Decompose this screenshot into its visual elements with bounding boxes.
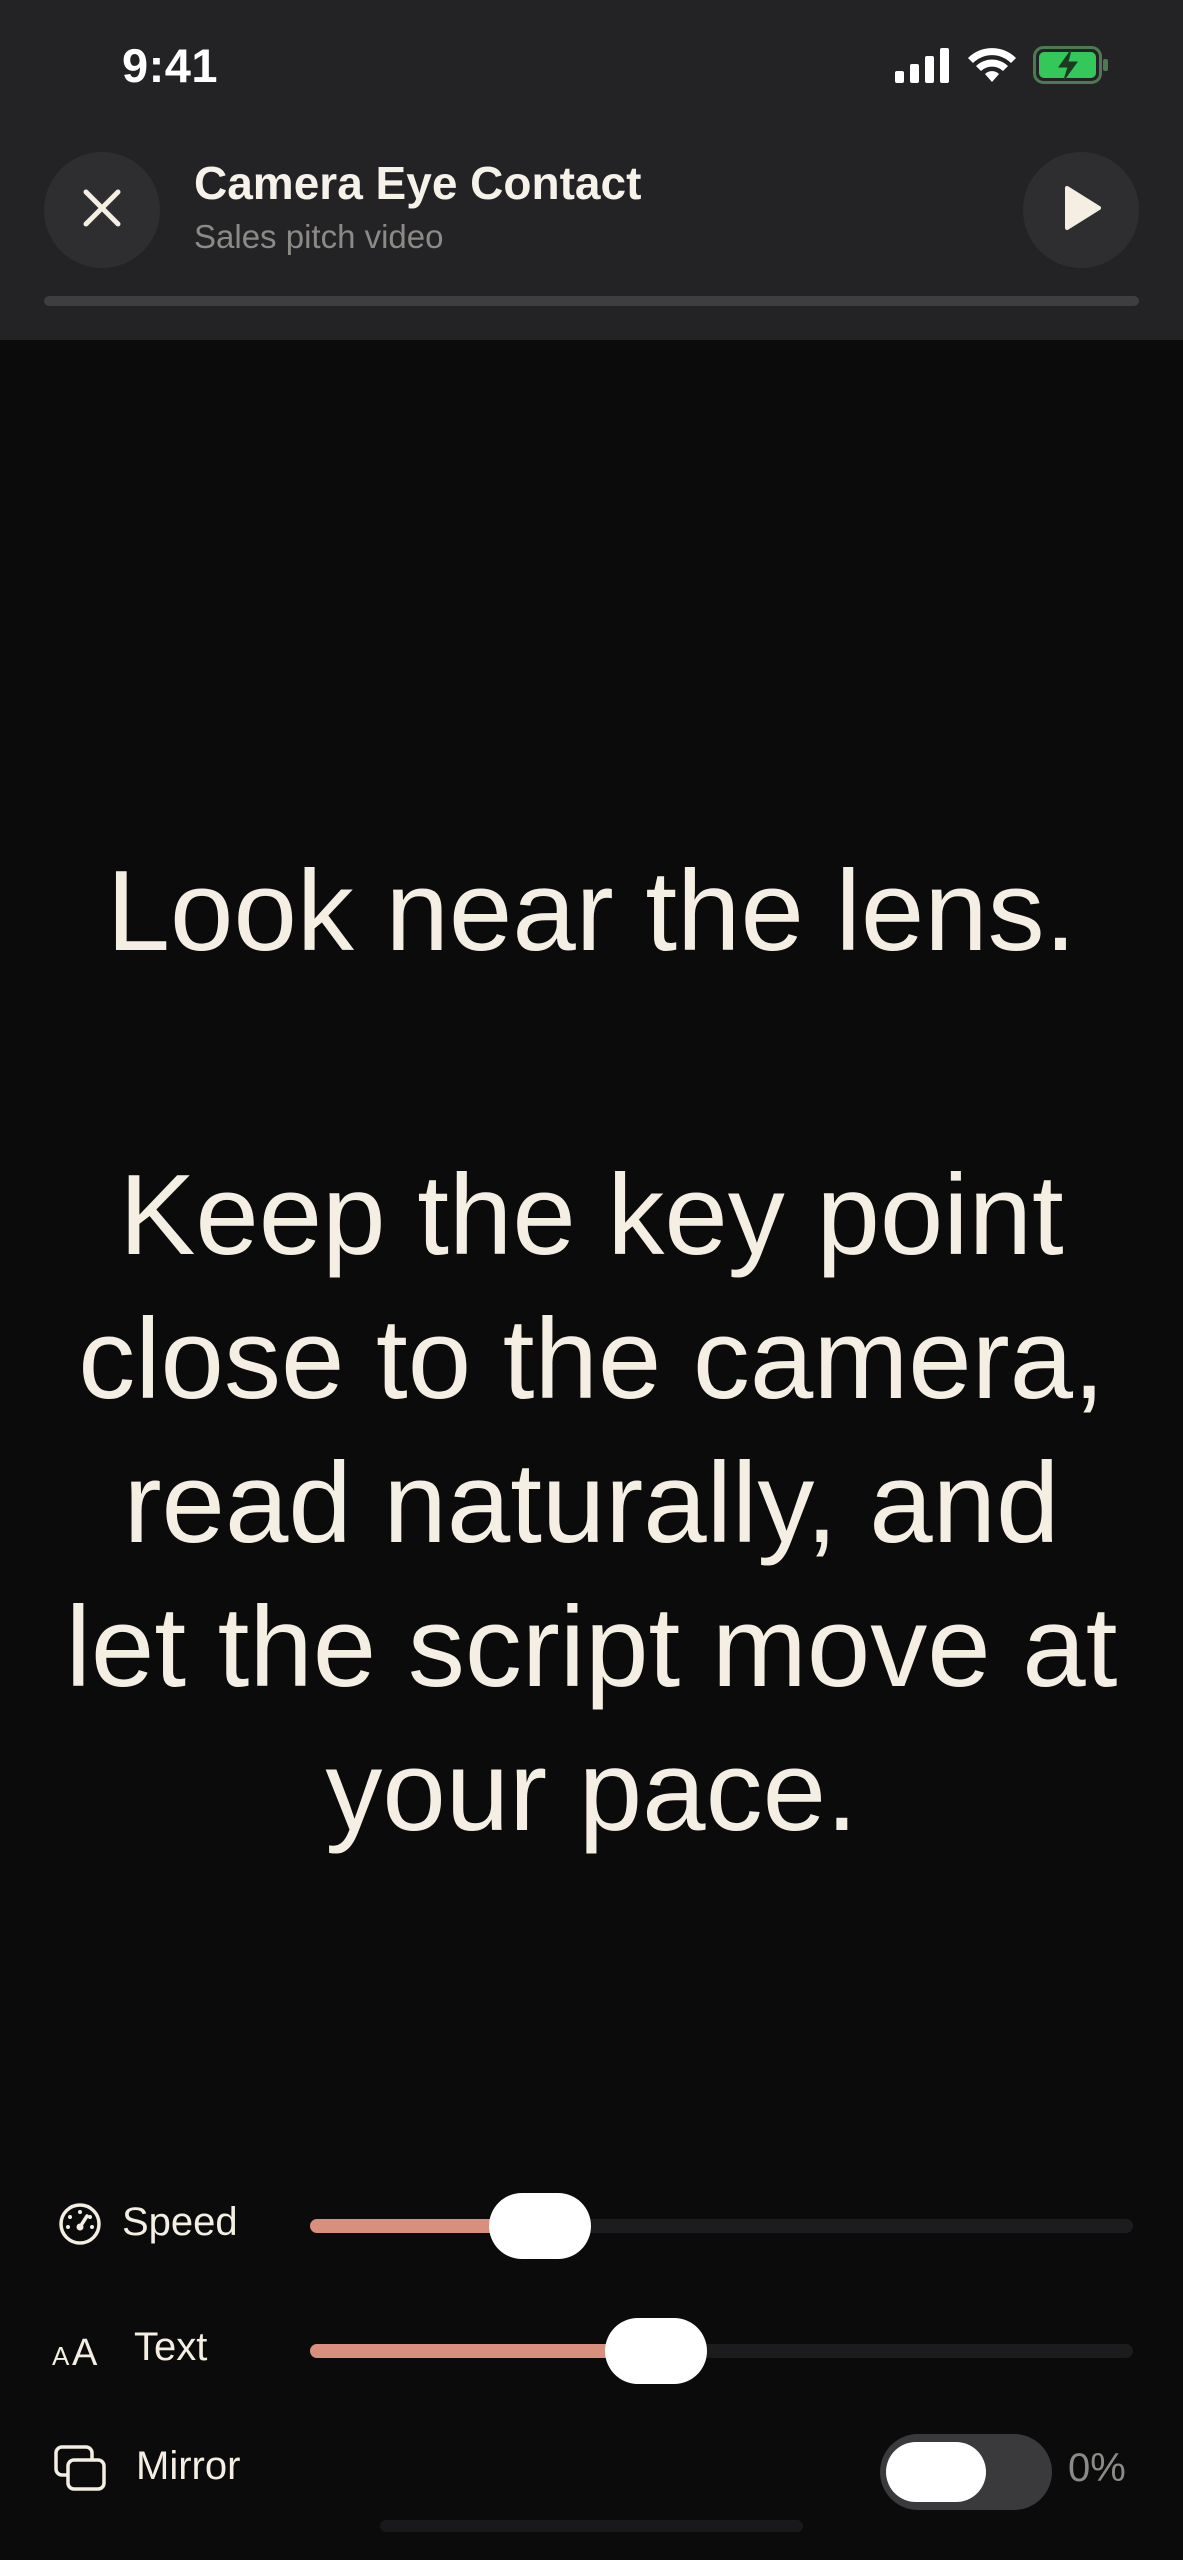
mirror-value: 0% <box>1068 2446 1126 2490</box>
close-icon <box>80 186 124 235</box>
play-button[interactable] <box>1023 152 1139 268</box>
speedometer-icon <box>52 2196 108 2252</box>
text-size-slider[interactable] <box>310 2318 1133 2384</box>
cellular-signal-icon <box>895 47 951 88</box>
mirror-control: Mirror 0% <box>0 2430 1183 2510</box>
page-title: Camera Eye Contact <box>194 157 642 209</box>
speed-slider[interactable] <box>310 2193 1133 2259</box>
mirror-icon <box>52 2440 108 2496</box>
speed-control: Speed <box>0 2186 1183 2266</box>
status-time: 9:41 <box>122 39 219 92</box>
wifi-icon <box>967 46 1017 89</box>
mirror-toggle-knob <box>886 2442 986 2502</box>
play-icon <box>1059 184 1103 237</box>
mirror-label: Mirror <box>136 2444 241 2488</box>
script-paragraph-1: Look near the lens. <box>106 848 1077 975</box>
status-icons <box>895 44 1109 90</box>
text-label: Text <box>134 2325 208 2369</box>
script-progress-bar <box>44 296 1139 306</box>
title-block: Camera Eye Contact Sales pitch video <box>194 158 641 255</box>
text-size-slider-thumb[interactable] <box>604 2318 707 2384</box>
svg-text:A: A <box>72 2332 98 2369</box>
script-paragraph-2: Keep the key point close to the camera, … <box>65 1152 1118 1855</box>
text-size-slider-fill <box>310 2344 656 2358</box>
close-button[interactable] <box>44 152 160 268</box>
home-indicator <box>380 2520 803 2532</box>
top-bar: 9:41 Camera Eye Contact Sales pitch vide… <box>0 0 1183 340</box>
svg-text:A: A <box>52 2341 70 2369</box>
speed-label: Speed <box>122 2200 238 2244</box>
text-size-icon: A A <box>52 2321 108 2377</box>
page-subtitle: Sales pitch video <box>194 217 444 255</box>
text-size-control: A A Text <box>0 2311 1183 2391</box>
battery-charging-icon <box>1033 45 1109 89</box>
mirror-toggle[interactable] <box>880 2434 1052 2510</box>
speed-slider-thumb[interactable] <box>489 2193 592 2259</box>
